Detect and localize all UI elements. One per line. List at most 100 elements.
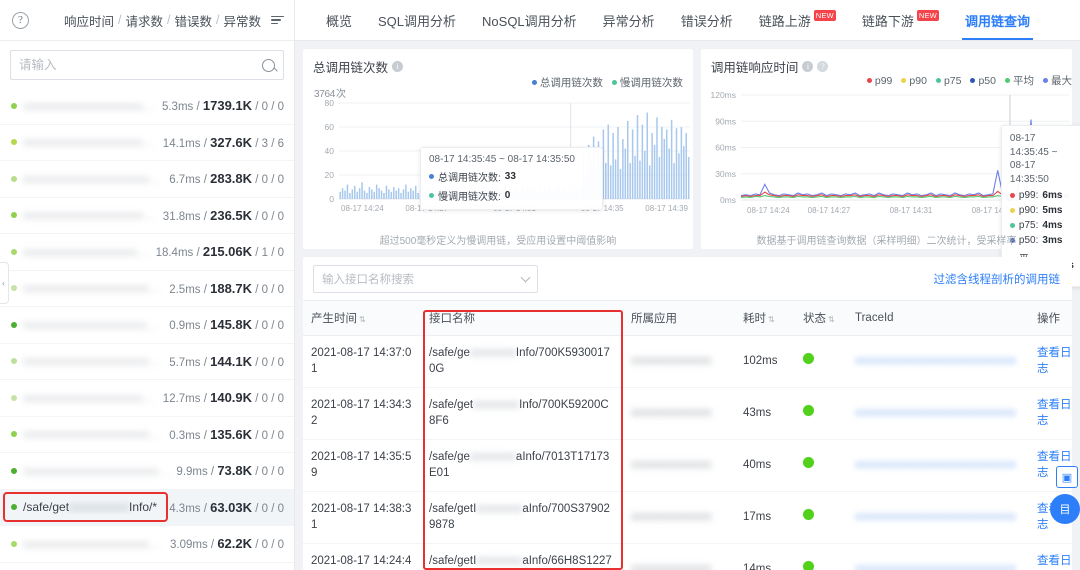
cell-trace-id[interactable]: xxxxxxxxxxxxxxxxxxxxxxxxxxxx (847, 439, 1029, 493)
table-row[interactable]: 2021-08-17 14:38:31/safe/getIxxxxxxxxaIn… (303, 491, 1072, 545)
table-body: 2021-08-17 14:37:01/safe/gexxxxxxxxInfo/… (303, 335, 1072, 570)
tab-label: 调用链查询 (964, 13, 1030, 29)
legend-item[interactable]: p50 (970, 75, 996, 87)
tooltip-time-range: 08-17 14:35:45 ~ 08-17 14:35:50 (429, 154, 575, 165)
question-circle-icon[interactable]: ? (817, 61, 829, 72)
sort-icon[interactable]: ⇅ (768, 315, 775, 324)
tab-7[interactable]: 调用链查询 (952, 0, 1043, 40)
api-list-item[interactable]: xxxxxxxxxxxxxxxxxxxxxxxxxxxxxxxx 0.3ms / … (0, 417, 294, 453)
legend-item[interactable]: 最大 (1043, 73, 1072, 88)
api-list-item[interactable]: xxxxxxxxxxxxxxxxxxxxxxxxxxxxxxxx 12.7ms /… (0, 380, 294, 417)
legend-label: 平均 (1013, 75, 1034, 87)
table-row[interactable]: 2021-08-17 14:35:59/safe/gexxxxxxxxaInfo… (303, 439, 1072, 493)
tooltip-row: p75: 4ms (1009, 220, 1074, 231)
tab-4[interactable]: 错误分析 (668, 0, 746, 40)
floating-round-button[interactable]: 目 (1050, 494, 1080, 524)
cell-trace-id[interactable]: xxxxxxxxxxxxxxxxxxxxxxxxxxxx (847, 491, 1029, 545)
tooltip-label: p99: (1018, 190, 1039, 201)
api-list-item[interactable]: /xxxxxxxxxxxxxxxxxxxxxxxxxxxxxxxx 0.9ms /… (0, 307, 294, 344)
legend-item[interactable]: p90 (901, 75, 927, 87)
legend-item[interactable]: 总调用链次数 (531, 75, 603, 90)
api-list-item[interactable]: xxxxxxxxxxxxxxxxxxxxxxxxxxxxxxxx 14.1ms /… (0, 125, 294, 161)
table-header-4[interactable]: 状态 ⇅ (795, 300, 847, 336)
api-list-item[interactable]: xxxxxxxxxxxxxxxxxxxxxxxxxxxxxxxx 6.7ms / … (0, 161, 294, 198)
legend-item[interactable]: 平均 (1005, 73, 1034, 88)
cell-trace-id[interactable]: xxxxxxxxxxxxxxxxxxxxxxxxxxxx (847, 335, 1029, 389)
api-list-item[interactable]: xxxxxxxxxxxxxxxxxxxxxxxxxxxxxxxx 5.7ms / … (0, 344, 294, 380)
api-list-item[interactable]: /safe/getxxxxxxxxxxInfo/* 4.3ms / 63.03K … (0, 489, 294, 526)
chevron-down-icon[interactable] (520, 272, 531, 283)
status-badge (803, 353, 814, 365)
question-circle-icon[interactable]: ? (12, 11, 29, 29)
status-badge (803, 457, 814, 469)
api-list-item[interactable]: xxxxxxxxxxxxxxxxxxxxxxxxxxxxxxxx 2.5ms / … (0, 271, 294, 307)
metric-option-0[interactable]: 响应时间 (64, 11, 114, 30)
legend-item[interactable]: p75 (935, 75, 961, 87)
metric-separator: / (118, 13, 122, 27)
filter-icon[interactable] (271, 15, 284, 25)
chart1-legend[interactable]: 总调用链次数 慢调用链次数 (531, 75, 683, 90)
svg-text:08-17 14:27: 08-17 14:27 (808, 206, 851, 215)
tooltip-value: 5ms (1042, 205, 1063, 216)
thread-profile-filter-link[interactable]: 过滤含线程剖析的调用链 (934, 271, 1061, 287)
metric-option-3[interactable]: 异常数 (223, 11, 261, 30)
legend-label: p50 (978, 74, 996, 87)
cell-trace-id[interactable]: xxxxxxxxxxxxxxxxxxxxxxxxxxxx (847, 543, 1029, 570)
api-list-item-metrics: 0.9ms / 145.8K / 0 / 0 (169, 317, 284, 333)
tooltip-time-range: 08-17 14:35:45 ~ 08-17 14:35:50 (1009, 133, 1058, 185)
legend-item[interactable]: 慢调用链次数 (611, 75, 683, 90)
table-row[interactable]: 2021-08-17 14:37:01/safe/gexxxxxxxxInfo/… (303, 335, 1072, 389)
api-list-item-metrics: 5.7ms / 144.1K / 0 / 0 (169, 353, 284, 369)
api-list-item[interactable]: xxxxxxxxxxxxxxxxxxxxxxxxxxxxxxxx31.5ms /… (0, 563, 294, 570)
table-header-3[interactable]: 耗时 ⇅ (735, 300, 795, 336)
table-header-0[interactable]: 产生时间 ⇅ (303, 300, 421, 336)
api-list-item-metrics: 14.1ms / 327.6K / 3 / 6 (162, 134, 284, 150)
tab-3[interactable]: 异常分析 (590, 0, 668, 40)
api-list-item-metrics: 12.7ms / 140.9K / 0 / 0 (162, 390, 284, 406)
table-row[interactable]: 2021-08-17 14:24:42/safe/getIxxxxxxxxaIn… (303, 543, 1072, 570)
api-list-item[interactable]: xxxxxxxxxxxxxxxxxxxxxxxxxxxxxxxx 5.3ms / … (0, 88, 294, 125)
view-log-link[interactable]: 查看日志 (1037, 347, 1072, 375)
info-icon[interactable]: i (392, 61, 404, 72)
sidebar-header: ? 响应时间 / 请求数 / 错误数 / 异常数 (0, 0, 294, 41)
api-list-item-name: xxxxxxxxxxxxxxxxxxxxxxxxxxxxxxxx (23, 244, 150, 259)
cell-trace-id[interactable]: xxxxxxxxxxxxxxxxxxxxxxxxxxxx (847, 387, 1029, 441)
metric-option-1[interactable]: 请求数 (125, 11, 163, 30)
api-list-item[interactable]: xxxxxxxxxxxxxxxxxxxxxxxxxxxxxxxx 18.4ms /… (0, 234, 294, 271)
metric-option-2[interactable]: 错误数 (174, 11, 212, 30)
api-list-item[interactable]: /xxxxxxxxxxxxxxxxxxxxxxxxxxxxxxxx 9.9ms /… (0, 453, 294, 490)
api-search-select[interactable]: 输入接口名称搜索 (313, 265, 538, 293)
feedback-icon[interactable]: ▣ (1056, 466, 1078, 488)
info-icon[interactable]: i (802, 61, 814, 72)
cell-api-name: /safe/getxxxxxxxxInfo/700K59200C8F6 (421, 387, 623, 441)
tab-bar[interactable]: 概览 SQL调用分析 NoSQL调用分析 异常分析 错误分析 链路上游 NEW 链路下游 NEW… (295, 0, 1080, 41)
api-list[interactable]: xxxxxxxxxxxxxxxxxxxxxxxxxxxxxxxx 5.3ms / … (0, 88, 294, 570)
sort-icon[interactable]: ⇅ (359, 315, 366, 324)
search-icon[interactable] (262, 58, 275, 72)
tab-6[interactable]: 链路下游 NEW (849, 0, 952, 40)
chart2-legend[interactable]: p99 p90 p75 p50 平均 最大 (866, 73, 1072, 88)
api-list-item-name: xxxxxxxxxxxxxxxxxxxxxxxxxxxxxxxx (23, 354, 164, 369)
tooltip-row: p99: 6ms (1009, 190, 1074, 201)
tab-5[interactable]: 链路上游 NEW (746, 0, 849, 40)
cell-api-name: /safe/getIxxxxxxxxaInfo/700S379029878 (421, 491, 623, 545)
sidebar-search-box[interactable] (10, 50, 284, 80)
legend-item[interactable]: p99 (866, 75, 892, 87)
sidebar-collapse-handle[interactable]: ‹ (0, 262, 9, 304)
table-row[interactable]: 2021-08-17 14:34:32/safe/getxxxxxxxxInfo… (303, 387, 1072, 441)
api-list-item-metrics: 18.4ms / 215.06K / 1 / 0 (155, 244, 284, 260)
chart1-title: 总调用链次数 (313, 61, 389, 75)
svg-text:20: 20 (325, 170, 335, 180)
table-toolbar: 输入接口名称搜索 过滤含线程剖析的调用链 (303, 257, 1072, 300)
status-dot (11, 540, 17, 547)
api-list-item[interactable]: xxxxxxxxxxxxxxxxxxxxxxxxxxxxxxxx 31.8ms /… (0, 198, 294, 234)
view-log-link[interactable]: 查看日志 (1037, 555, 1072, 570)
sort-icon[interactable]: ⇅ (828, 315, 835, 324)
tab-2[interactable]: NoSQL调用分析 (469, 0, 590, 40)
search-input[interactable] (19, 58, 262, 72)
metric-switch[interactable]: 响应时间 / 请求数 / 错误数 / 异常数 (64, 11, 284, 30)
api-list-item[interactable]: xxxxxxxxxxxxxxxxxxxxxxxxxxxxxxxx 3.09ms /… (0, 526, 294, 563)
tab-0[interactable]: 概览 (313, 0, 365, 40)
view-log-link[interactable]: 查看日志 (1037, 399, 1072, 427)
tab-1[interactable]: SQL调用分析 (365, 0, 469, 40)
